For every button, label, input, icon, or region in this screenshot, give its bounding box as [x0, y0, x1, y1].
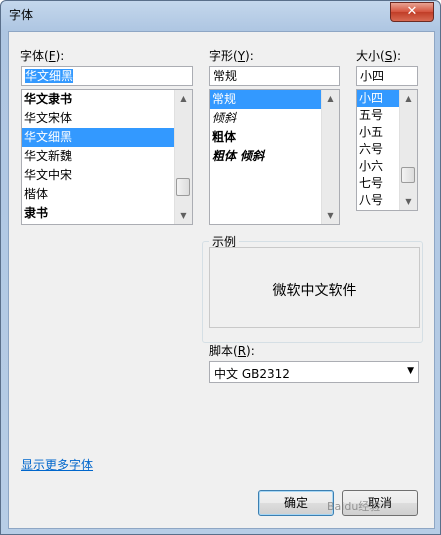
style-list-item[interactable]: 粗体: [210, 128, 322, 147]
font-list-item[interactable]: 华文宋体: [22, 109, 175, 128]
font-name-input[interactable]: 华文细黑: [21, 66, 193, 86]
style-input[interactable]: 常规: [209, 66, 340, 86]
style-list-item[interactable]: 倾斜: [210, 109, 322, 128]
script-label: 脚本(R):: [209, 344, 255, 358]
style-list-item-selected[interactable]: 常规: [210, 90, 322, 109]
scroll-down-icon[interactable]: ▼: [175, 207, 192, 224]
window-title: 字体: [9, 8, 34, 22]
font-list-item[interactable]: 华文中宋: [22, 166, 175, 185]
scroll-down-icon[interactable]: ▼: [322, 207, 339, 224]
scroll-up-icon[interactable]: ▲: [322, 90, 339, 107]
font-list[interactable]: 华文隶书 华文宋体 华文细黑 华文新魏 华文中宋 楷体 隶书 ▲ ▼: [21, 89, 193, 225]
dialog-body: 字体(F): 华文细黑 华文隶书 华文宋体 华文细黑 华文新魏 华文中宋 楷体 …: [8, 31, 435, 529]
size-list-item-selected[interactable]: 小四: [357, 90, 400, 107]
chevron-down-icon[interactable]: ▼: [407, 366, 414, 376]
scroll-up-icon[interactable]: ▲: [175, 90, 192, 107]
font-list-item[interactable]: 华文隶书: [22, 90, 175, 109]
size-list-item[interactable]: 六号: [357, 141, 400, 158]
scroll-thumb[interactable]: [401, 167, 415, 183]
font-list-item-selected[interactable]: 华文细黑: [22, 128, 175, 147]
sample-preview: 微软中文软件: [209, 247, 420, 328]
sample-text: 微软中文软件: [272, 283, 357, 299]
close-icon: ✕: [406, 4, 418, 19]
script-select[interactable]: 中文 GB2312 ▼: [209, 361, 419, 383]
font-label: 字体(F):: [20, 49, 65, 63]
style-list-item[interactable]: 粗体 倾斜: [210, 147, 322, 166]
font-list-item[interactable]: 隶书: [22, 204, 175, 223]
size-list-item[interactable]: 五号: [357, 107, 400, 124]
font-list-item[interactable]: 华文新魏: [22, 147, 175, 166]
style-label: 字形(Y):: [209, 49, 254, 63]
size-label: 大小(S):: [356, 49, 402, 63]
scroll-down-icon[interactable]: ▼: [400, 193, 417, 210]
size-list-item[interactable]: 小六: [357, 158, 400, 175]
title-bar[interactable]: 字体 ✕: [1, 1, 440, 27]
scroll-thumb[interactable]: [176, 178, 190, 196]
style-list-scrollbar[interactable]: ▲ ▼: [321, 90, 339, 224]
close-button[interactable]: ✕: [390, 2, 434, 22]
font-list-scrollbar[interactable]: ▲ ▼: [174, 90, 192, 224]
size-input[interactable]: 小四: [356, 66, 418, 86]
watermark-logo: Baidu经验: [327, 500, 381, 513]
ok-button[interactable]: 确定: [258, 490, 334, 516]
script-value: 中文 GB2312: [214, 367, 290, 381]
show-more-fonts-link[interactable]: 显示更多字体: [21, 456, 93, 473]
font-list-item[interactable]: 楷体: [22, 185, 175, 204]
size-list-scrollbar[interactable]: ▲ ▼: [399, 90, 417, 210]
size-list-item[interactable]: 七号: [357, 175, 400, 192]
size-list-item[interactable]: 八号: [357, 192, 400, 209]
size-list-item[interactable]: 小五: [357, 124, 400, 141]
size-list[interactable]: 小四 五号 小五 六号 小六 七号 八号 ▲ ▼: [356, 89, 418, 211]
font-dialog: 字体 ✕ 字体(F): 华文细黑 华文隶书 华文宋体 华文细黑 华文新魏 华文中…: [0, 0, 441, 535]
scroll-up-icon[interactable]: ▲: [400, 90, 417, 107]
style-list[interactable]: 常规 倾斜 粗体 粗体 倾斜 ▲ ▼: [209, 89, 340, 225]
